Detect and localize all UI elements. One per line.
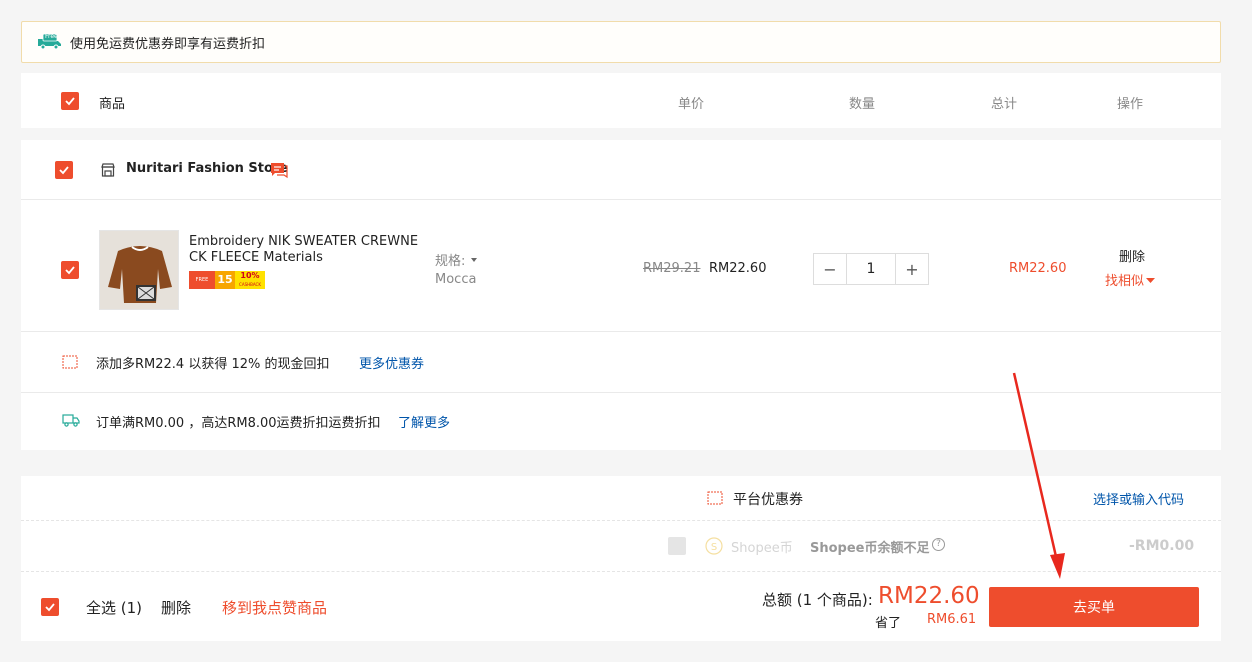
item-subtotal: RM22.60	[1009, 261, 1067, 276]
checkmark-icon	[65, 266, 75, 275]
decrease-quantity-button[interactable]: −	[814, 254, 846, 284]
divider	[21, 331, 1221, 332]
shipping-truck-icon	[62, 414, 80, 427]
shop-name[interactable]: Nuritari Fashion Store	[126, 161, 288, 176]
coins-amount: -RM0.00	[1129, 538, 1195, 554]
platform-voucher-label: 平台优惠券	[733, 492, 803, 508]
cashback-tag: 10% CASHBACK	[235, 271, 265, 289]
free-shipping-tag: FREE	[189, 271, 215, 289]
shopee-coins-label: Shopee币	[731, 541, 793, 556]
product-image[interactable]	[99, 230, 179, 310]
select-all-checkbox[interactable]	[41, 598, 59, 616]
cart-header: 商品 单价 数量 总计 操作	[21, 73, 1221, 128]
divider	[21, 199, 1221, 200]
sweater-photo	[100, 231, 178, 309]
select-all-checkbox-top[interactable]	[61, 92, 79, 110]
coins-insufficient: Shopee币余额不足	[810, 541, 930, 556]
quantity-input[interactable]: 1	[846, 254, 896, 284]
cashback-message: 添加多RM22.4 以获得 12% 的现金回扣	[96, 357, 330, 372]
store-icon	[101, 163, 115, 177]
column-product: 商品	[99, 97, 126, 112]
select-voucher-link[interactable]: 选择或输入代码	[1093, 489, 1184, 508]
find-similar-label: 找相似	[1105, 274, 1145, 289]
free-shipping-truck-icon: Free	[38, 33, 62, 50]
shipping-message: 订单满RM0.00 ，高达RM8.00运费折扣运费折扣	[96, 416, 381, 431]
column-unit-price: 单价	[678, 97, 705, 112]
platform-voucher-icon	[707, 491, 723, 505]
delete-item-button[interactable]: 删除	[1119, 246, 1145, 265]
select-all-label[interactable]: 全选 (1)	[86, 597, 142, 618]
product-title[interactable]: Embroidery NIK SWEATER CREWNECK FLEECE M…	[189, 234, 419, 266]
increase-quantity-button[interactable]: +	[896, 254, 928, 284]
caret-down-icon	[1146, 277, 1156, 283]
chat-icon[interactable]	[270, 161, 288, 179]
more-vouchers-link[interactable]: 更多优惠券	[359, 353, 424, 372]
column-quantity: 数量	[849, 97, 876, 112]
cashback-percent: 10%	[240, 271, 260, 280]
total-amount: RM22.60	[878, 583, 980, 609]
checkmark-icon	[59, 166, 69, 175]
saved-amount: RM6.61	[927, 612, 977, 627]
free-badge-text: Free	[45, 33, 58, 40]
shop-checkbox[interactable]	[55, 161, 73, 179]
annotation-arrow	[1012, 372, 1065, 579]
promo-badge: FREE 15 10% CASHBACK	[189, 271, 265, 289]
column-actions: 操作	[1117, 97, 1144, 112]
total-label: 总额 (1 个商品):	[762, 591, 873, 609]
item-checkbox[interactable]	[61, 261, 79, 279]
move-to-likes-button[interactable]: 移到我点赞商品	[222, 597, 327, 618]
original-price: RM29.21	[643, 261, 701, 276]
checkout-button[interactable]: 去买单	[989, 587, 1199, 627]
cashback-text: CASHBACK	[239, 282, 261, 287]
banner-text: 使用免运费优惠券即享有运费折扣	[70, 36, 266, 52]
help-icon[interactable]: ?	[932, 538, 945, 551]
promo-number: 15	[215, 271, 235, 289]
delete-selected-button[interactable]: 删除	[161, 597, 191, 618]
coins-checkbox[interactable]	[668, 537, 686, 555]
svg-text:S: S	[711, 542, 717, 553]
shopee-coin-icon: S	[705, 537, 723, 555]
learn-more-link[interactable]: 了解更多	[398, 412, 450, 431]
column-total: 总计	[991, 97, 1018, 112]
free-shipping-banner: Free 使用免运费优惠券即享有运费折扣	[21, 21, 1221, 63]
current-price: RM22.60	[709, 261, 767, 276]
caret-down-icon	[471, 257, 478, 262]
find-similar-button[interactable]: 找相似	[1105, 270, 1158, 289]
quantity-stepper: − 1 +	[813, 253, 929, 285]
variation-selector[interactable]: 规格:	[435, 250, 481, 269]
voucher-icon	[62, 355, 78, 369]
saved-label: 省了	[875, 616, 902, 631]
variation-value: Mocca	[435, 272, 477, 287]
variation-label: 规格:	[435, 254, 466, 269]
checkmark-icon	[45, 603, 55, 612]
checkmark-icon	[65, 97, 75, 106]
